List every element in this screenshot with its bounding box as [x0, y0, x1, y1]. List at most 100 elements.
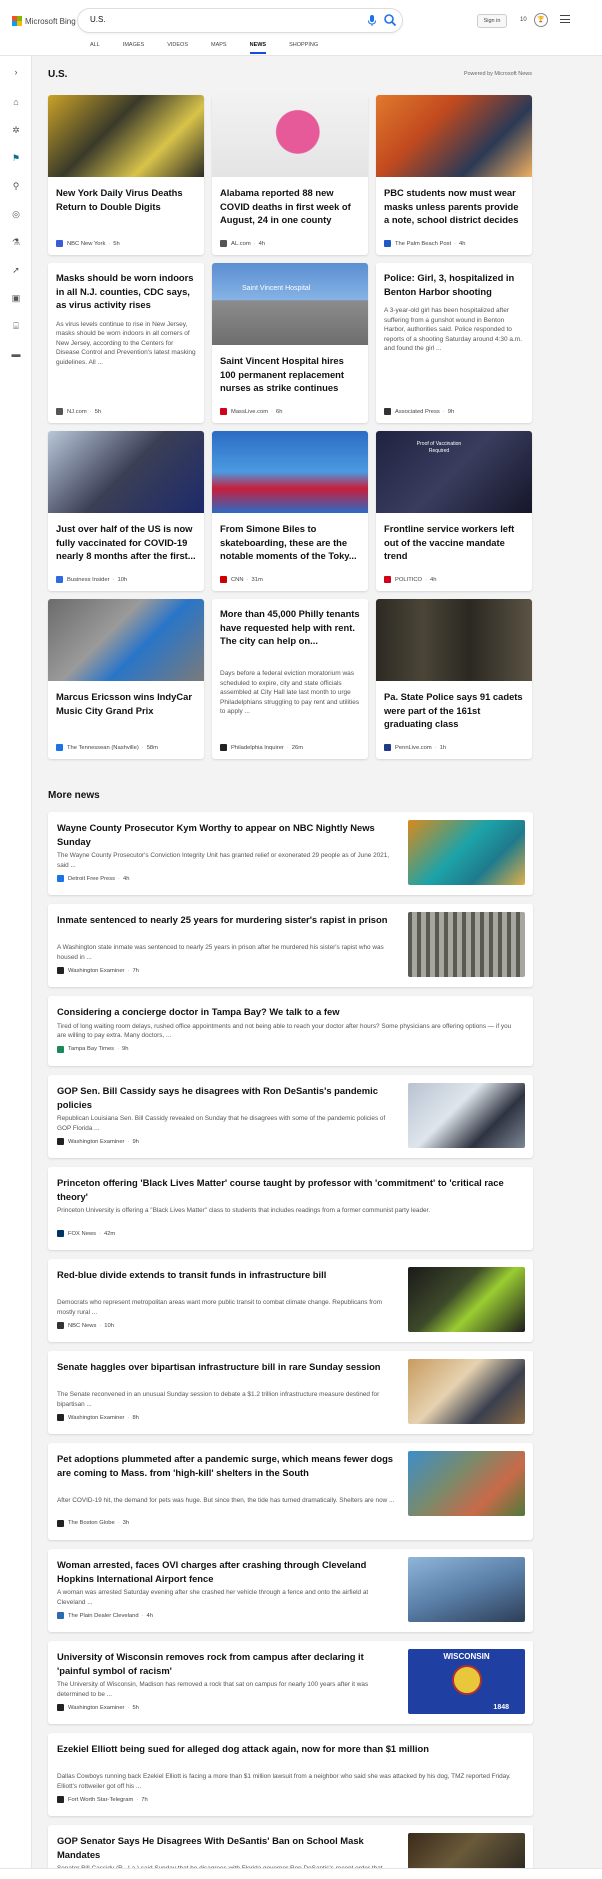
news-row[interactable]: Ezekiel Elliott being sued for alleged d…: [48, 1733, 533, 1816]
tab-videos[interactable]: VIDEOS: [167, 42, 188, 54]
hamburger-menu-icon[interactable]: [560, 15, 570, 25]
news-card[interactable]: Masks should be worn indoors in all N.J.…: [48, 263, 204, 423]
card-title[interactable]: From Simone Biles to skateboarding, thes…: [220, 522, 360, 563]
tab-maps[interactable]: MAPS: [211, 42, 227, 54]
prison-photo[interactable]: [408, 912, 525, 977]
card-title[interactable]: Masks should be worn indoors in all N.J.…: [56, 271, 196, 312]
news-row[interactable]: Woman arrested, faces OVI charges after …: [48, 1549, 533, 1632]
card-source[interactable]: AL.com · 4h: [220, 240, 265, 247]
row-title[interactable]: Senate haggles over bipartisan infrastru…: [57, 1360, 397, 1374]
row-source[interactable]: Washington Examiner · 8h: [57, 1414, 139, 1421]
row-source[interactable]: The Plain Dealer Cleveland · 4h: [57, 1612, 153, 1619]
rocket-icon[interactable]: ➚: [10, 264, 22, 276]
news-row[interactable]: GOP Sen. Bill Cassidy says he disagrees …: [48, 1075, 533, 1158]
row-source[interactable]: Washington Examiner · 7h: [57, 967, 139, 974]
card-title[interactable]: Alabama reported 88 new COVID deaths in …: [220, 186, 360, 227]
card-title[interactable]: Saint Vincent Hospital hires 100 permane…: [220, 354, 360, 395]
row-title[interactable]: Red-blue divide extends to transit funds…: [57, 1268, 397, 1282]
airplane-photo[interactable]: [408, 1557, 525, 1622]
news-row[interactable]: Senate haggles over bipartisan infrastru…: [48, 1351, 533, 1434]
globe-icon[interactable]: ◎: [10, 208, 22, 220]
row-source[interactable]: NBC News · 10h: [57, 1322, 114, 1329]
portrait-photo[interactable]: [408, 820, 525, 885]
news-card[interactable]: Saint Vincent Hospital Saint Vincent Hosp…: [212, 263, 368, 423]
news-row[interactable]: Princeton offering 'Black Lives Matter' …: [48, 1167, 533, 1250]
news-card[interactable]: Alabama reported 88 new COVID deaths in …: [212, 95, 368, 255]
vaccine-photo[interactable]: [48, 431, 204, 513]
row-source[interactable]: FOX News · 42m: [57, 1230, 115, 1237]
row-title[interactable]: Wayne County Prosecutor Kym Worthy to ap…: [57, 821, 397, 848]
card-source[interactable]: The Palm Beach Post · 4h: [384, 240, 465, 247]
card-title[interactable]: Pa. State Police says 91 cadets were par…: [384, 690, 524, 731]
news-row[interactable]: Wayne County Prosecutor Kym Worthy to ap…: [48, 812, 533, 895]
row-title[interactable]: Princeton offering 'Black Lives Matter' …: [57, 1176, 522, 1203]
news-card[interactable]: PBC students now must wear masks unless …: [376, 95, 532, 255]
card-title[interactable]: Marcus Ericsson wins IndyCar Music City …: [56, 690, 196, 717]
card-source[interactable]: Associated Press · 9h: [384, 408, 454, 415]
card-source[interactable]: NJ.com · 5h: [56, 408, 101, 415]
search-box[interactable]: U.S.: [78, 9, 402, 32]
row-source[interactable]: Tampa Bay Times · 9h: [57, 1045, 128, 1053]
row-title[interactable]: Pet adoptions plummeted after a pandemic…: [57, 1452, 397, 1479]
card-source[interactable]: CNN · 31m: [220, 576, 263, 583]
covid-icon[interactable]: ✲: [10, 124, 22, 136]
card-source[interactable]: PennLive.com · 1h: [384, 744, 446, 751]
home-icon[interactable]: ⌂: [10, 96, 22, 108]
row-source[interactable]: The Boston Globe · 3h: [57, 1519, 129, 1527]
tab-news[interactable]: NEWS: [249, 42, 266, 54]
news-card[interactable]: Pa. State Police says 91 cadets were par…: [376, 599, 532, 759]
classroom-photo[interactable]: [376, 95, 532, 177]
row-title[interactable]: GOP Senator Says He Disagrees With DeSan…: [57, 1834, 397, 1861]
location-pin-icon[interactable]: ⚲: [10, 180, 22, 192]
card-title[interactable]: PBC students now must wear masks unless …: [384, 186, 524, 227]
search-input[interactable]: U.S.: [90, 15, 106, 24]
row-source[interactable]: Fort Worth Star-Telegram · 7h: [57, 1796, 148, 1803]
card-title[interactable]: Just over half of the US is now fully va…: [56, 522, 196, 563]
tab-all[interactable]: ALL: [90, 42, 100, 54]
transit-workers-photo[interactable]: [408, 1267, 525, 1332]
card-source[interactable]: MassLive.com · 6h: [220, 408, 282, 415]
racing-photo[interactable]: [48, 599, 204, 681]
news-row[interactable]: Red-blue divide extends to transit funds…: [48, 1259, 533, 1342]
news-card[interactable]: More than 45,000 Philly tenants have req…: [212, 599, 368, 759]
microphone-icon[interactable]: [366, 14, 378, 27]
row-title[interactable]: Woman arrested, faces OVI charges after …: [57, 1558, 397, 1585]
news-card[interactable]: Proof of Vaccination Required Frontline s…: [376, 431, 532, 591]
card-source[interactable]: Business Insider · 10h: [56, 576, 127, 583]
video-icon[interactable]: ▣: [10, 292, 22, 304]
row-source[interactable]: Detroit Free Press · 4h: [57, 875, 129, 882]
sign-in-button[interactable]: Sign in: [477, 14, 507, 28]
expand-chevron-icon[interactable]: ›: [10, 66, 22, 78]
vaccination-sign-photo[interactable]: Proof of Vaccination Required: [376, 431, 532, 513]
row-source[interactable]: Washington Examiner · 5h: [57, 1704, 139, 1711]
news-row[interactable]: Considering a concierge doctor in Tampa …: [48, 996, 533, 1066]
wallet-icon[interactable]: ▬: [10, 348, 22, 360]
row-title[interactable]: Ezekiel Elliott being sued for alleged d…: [57, 1742, 522, 1756]
bank-icon[interactable]: ⌸: [10, 320, 22, 332]
row-title[interactable]: Considering a concierge doctor in Tampa …: [57, 1005, 522, 1019]
card-source[interactable]: Philadelphia Inquirer · 26m: [220, 744, 303, 751]
cadets-photo[interactable]: [376, 599, 532, 681]
news-card[interactable]: Marcus Ericsson wins IndyCar Music City …: [48, 599, 204, 759]
search-icon[interactable]: [383, 13, 397, 27]
row-source[interactable]: Washington Examiner · 9h: [57, 1138, 139, 1145]
dog-photo[interactable]: [408, 1451, 525, 1516]
tab-images[interactable]: IMAGES: [123, 42, 144, 54]
alabama-map[interactable]: [212, 95, 368, 177]
card-source[interactable]: The Tennessean (Nashville) · 58m: [56, 744, 158, 751]
news-card[interactable]: Police: Girl, 3, hospitalized in Benton …: [376, 263, 532, 423]
row-title[interactable]: GOP Sen. Bill Cassidy says he disagrees …: [57, 1084, 397, 1111]
row-title[interactable]: Inmate sentenced to nearly 25 years for …: [57, 913, 397, 927]
news-card[interactable]: From Simone Biles to skateboarding, thes…: [212, 431, 368, 591]
row-title[interactable]: University of Wisconsin removes rock fro…: [57, 1650, 397, 1677]
card-title[interactable]: Police: Girl, 3, hospitalized in Benton …: [384, 271, 524, 298]
card-title[interactable]: Frontline service workers left out of th…: [384, 522, 524, 563]
wisconsin-flag[interactable]: WISCONSIN 1848: [408, 1649, 525, 1714]
news-card[interactable]: Just over half of the US is now fully va…: [48, 431, 204, 591]
card-source[interactable]: POLITICO · 4h: [384, 576, 436, 583]
card-title[interactable]: New York Daily Virus Deaths Return to Do…: [56, 186, 196, 213]
capitol-photo[interactable]: [408, 1359, 525, 1424]
news-row[interactable]: Inmate sentenced to nearly 25 years for …: [48, 904, 533, 987]
gymnast-photo[interactable]: [212, 431, 368, 513]
senator-photo[interactable]: [408, 1083, 525, 1148]
